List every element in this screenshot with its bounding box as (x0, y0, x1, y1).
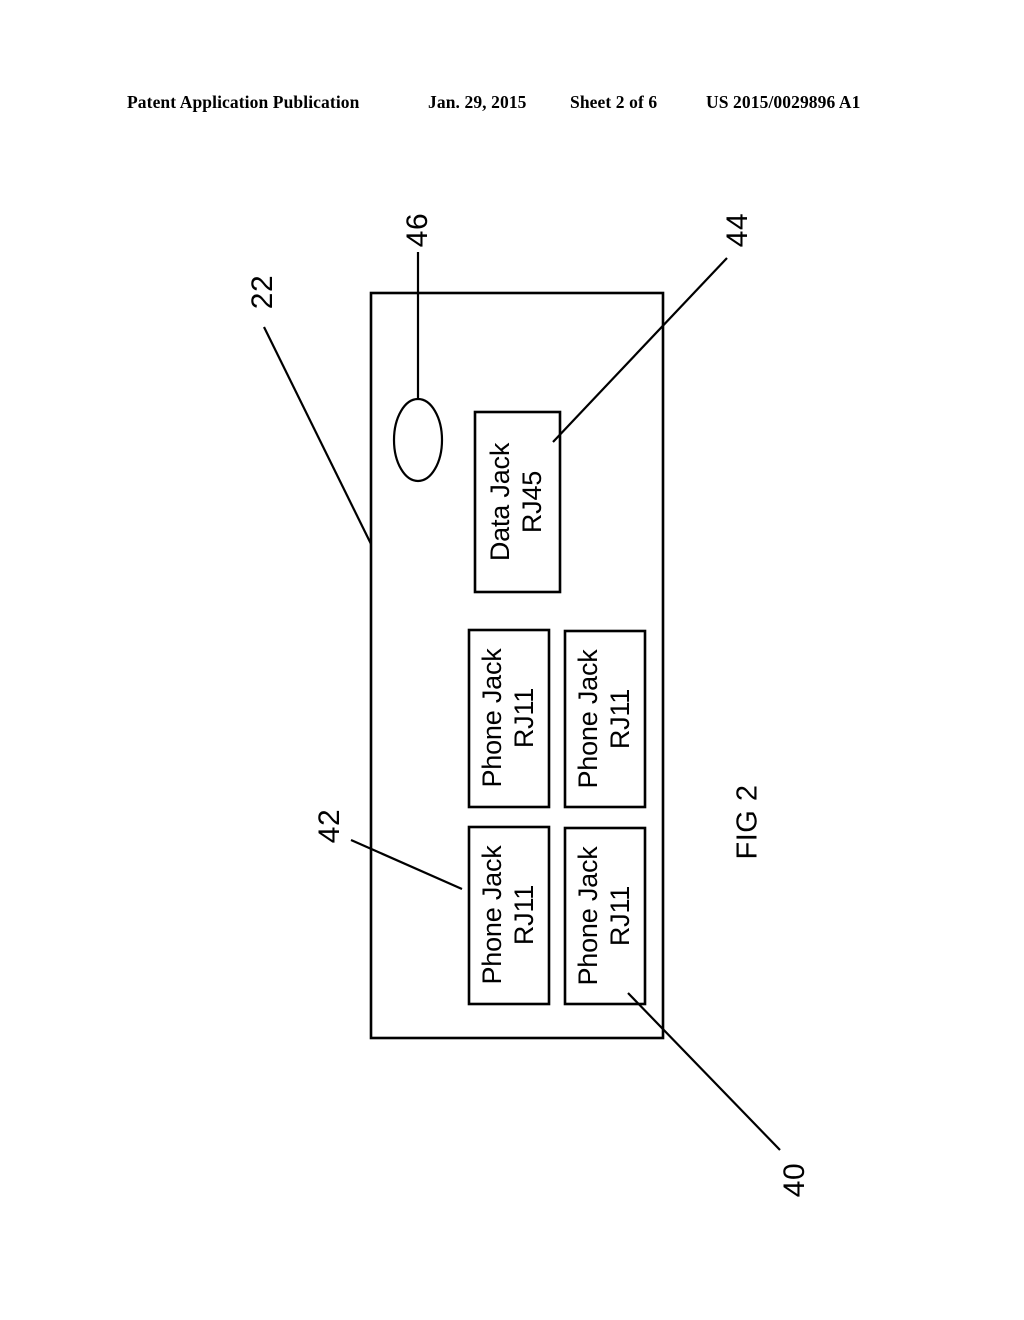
data-jack-label-line1: Data Jack (485, 442, 516, 562)
leader-line-40 (627, 992, 781, 1151)
phone-jack-bottom-right-label-line1: Phone Jack (573, 846, 604, 986)
phone-jack-bottom-left-label: Phone Jack RJ11 (477, 845, 541, 984)
phone-jack-bottom-left-label-line1: Phone Jack (477, 845, 508, 985)
reference-numeral-22: 22 (246, 274, 279, 310)
figure-2-drawing: Data Jack RJ45 Phone Jack RJ11 Phone Jac… (0, 0, 1024, 1320)
reference-numeral-44: 44 (721, 212, 754, 248)
reference-numeral-40: 40 (778, 1162, 811, 1198)
leader-line-22 (263, 326, 372, 545)
phone-jack-bottom-right-label: Phone Jack RJ11 (573, 846, 637, 985)
phone-jack-top-right-label-line2: RJ11 (605, 688, 635, 750)
phone-jack-top-left-label-line2: RJ11 (509, 687, 539, 749)
phone-jack-bottom-right-label-line2: RJ11 (605, 885, 635, 947)
data-jack-label: Data Jack RJ45 (485, 443, 549, 561)
indicator-ellipse (392, 397, 444, 483)
phone-jack-bottom-left-label-line2: RJ11 (509, 884, 539, 946)
phone-jack-top-right-label-line1: Phone Jack (573, 649, 604, 789)
phone-jack-top-right-label: Phone Jack RJ11 (573, 649, 637, 788)
reference-numeral-42: 42 (313, 808, 346, 844)
leader-line-42 (350, 838, 463, 891)
leader-line-44 (552, 257, 728, 443)
figure-caption: FIG 2 (731, 784, 764, 860)
phone-jack-top-left-label: Phone Jack RJ11 (477, 648, 541, 787)
reference-numeral-46: 46 (401, 212, 434, 248)
phone-jack-top-left-label-line1: Phone Jack (477, 648, 508, 788)
data-jack-label-line2: RJ45 (517, 470, 547, 534)
